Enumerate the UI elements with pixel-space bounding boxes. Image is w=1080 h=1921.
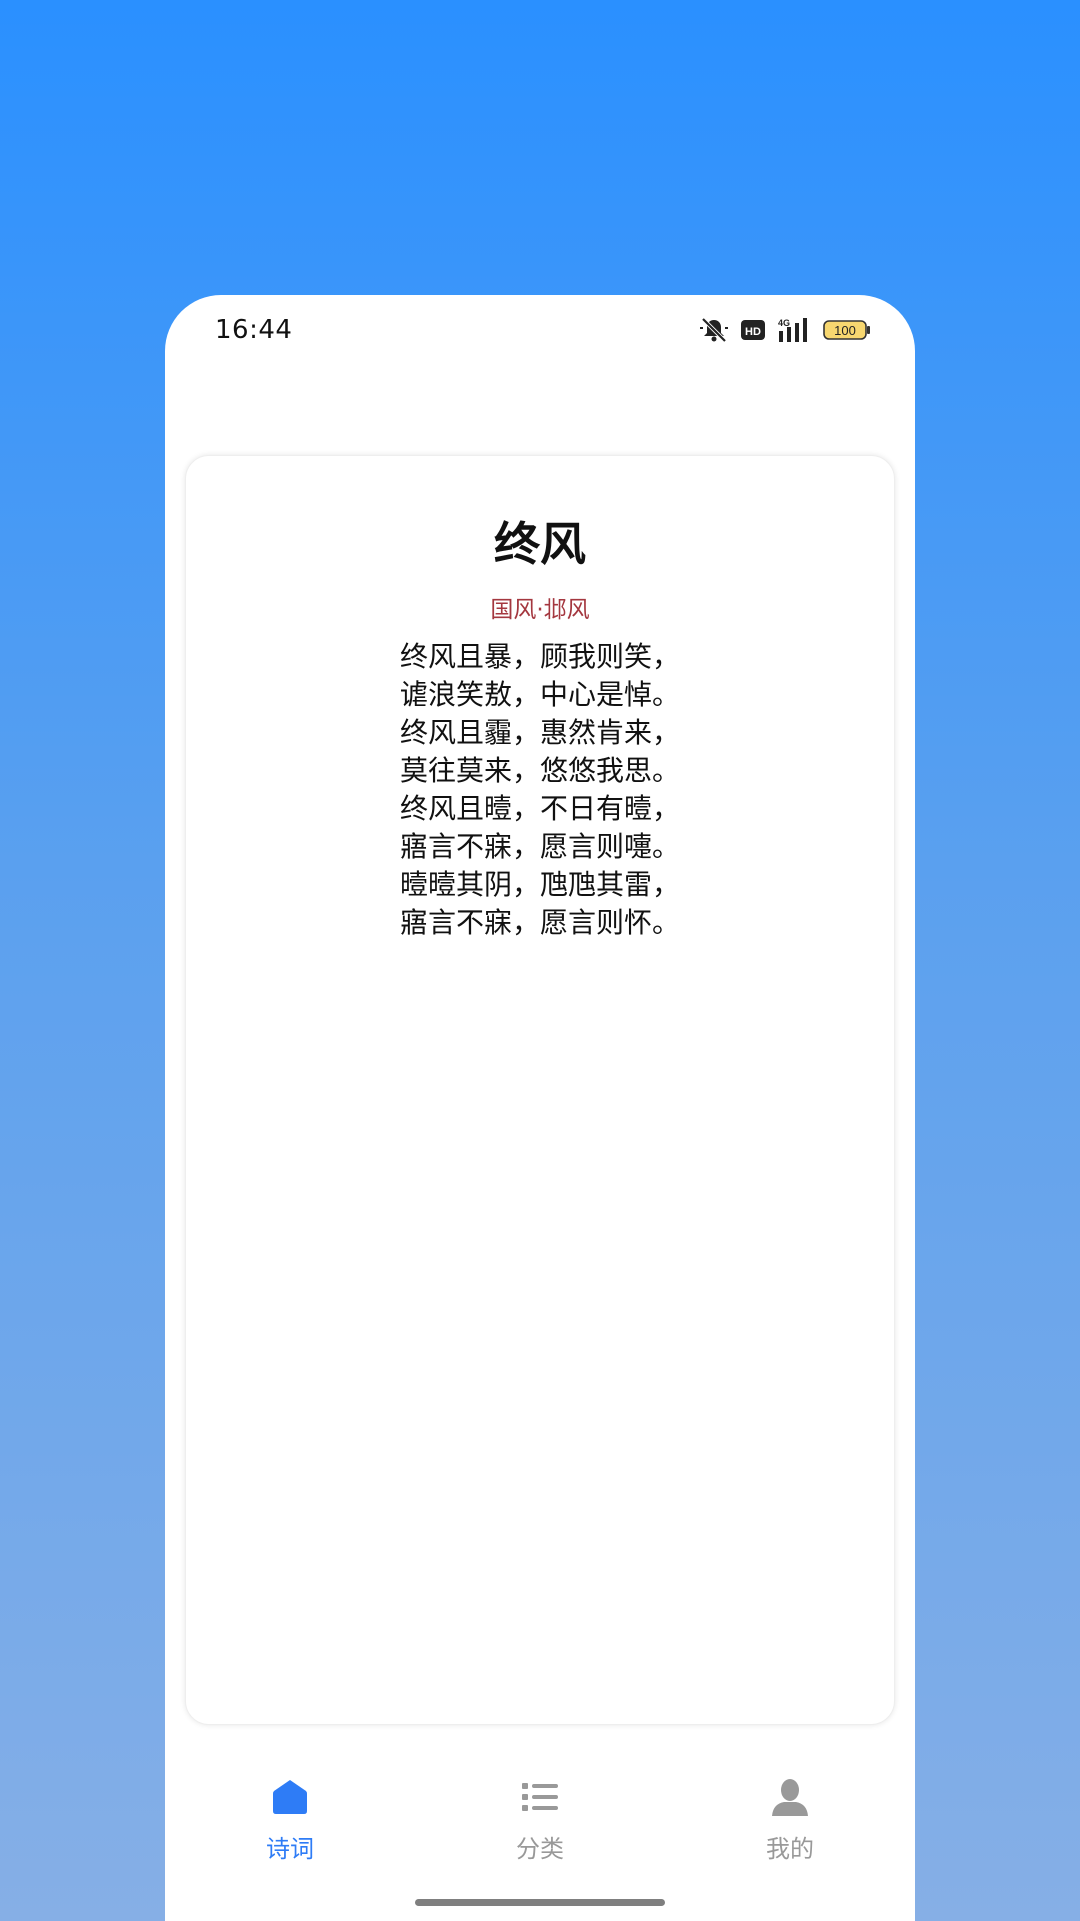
svg-text:HD: HD (745, 326, 761, 338)
signal-4g-icon: 4G (777, 317, 811, 343)
poem-source: 国风·邶风 (490, 597, 590, 623)
person-icon (770, 1777, 810, 1817)
app-screen: 16:44 HD 4G 100 终风 国风·邶风 终风且暴，顾我则笑， 谑浪笑敖… (165, 295, 915, 1921)
poem-line: 莫往莫来，悠悠我思。 (399, 754, 680, 787)
home-icon (270, 1777, 310, 1817)
svg-text:100: 100 (834, 323, 856, 338)
status-bar: 16:44 HD 4G 100 (165, 295, 915, 365)
status-icons: HD 4G 100 (699, 315, 871, 345)
poem-line: 曀曀其阴，虺虺其雷， (399, 868, 680, 901)
battery-icon: 100 (823, 319, 871, 341)
tab-label: 我的 (766, 1835, 814, 1863)
bell-muted-icon (699, 317, 729, 343)
tab-poems[interactable]: 诗词 (210, 1770, 370, 1870)
list-icon (520, 1777, 560, 1817)
poem-body: 终风且暴，顾我则笑， 谑浪笑敖，中心是悼。 终风且霾，惠然肯来， 莫往莫来，悠悠… (186, 638, 894, 942)
tab-label: 分类 (516, 1835, 564, 1863)
poem-line: 终风且暴，顾我则笑， (399, 640, 680, 673)
poem-card: 终风 国风·邶风 终风且暴，顾我则笑， 谑浪笑敖，中心是悼。 终风且霾，惠然肯来… (185, 455, 895, 1725)
svg-text:4G: 4G (778, 318, 790, 328)
poem-line: 终风且霾，惠然肯来， (399, 716, 680, 749)
poem-line: 终风且曀，不日有曀， (399, 792, 680, 825)
poem-title: 终风 (494, 517, 586, 571)
status-time: 16:44 (215, 315, 293, 345)
tab-label: 诗词 (266, 1835, 314, 1863)
tab-categories[interactable]: 分类 (460, 1770, 620, 1870)
poem-line: 谑浪笑敖，中心是悼。 (399, 678, 680, 711)
tab-mine[interactable]: 我的 (710, 1770, 870, 1870)
hd-icon: HD (741, 319, 765, 341)
poem-line: 寤言不寐，愿言则怀。 (399, 906, 680, 939)
poem-line: 寤言不寐，愿言则嚏。 (399, 830, 680, 863)
home-indicator[interactable] (415, 1899, 665, 1906)
bottom-tab-bar: 诗词 分类 我的 (165, 1770, 915, 1870)
